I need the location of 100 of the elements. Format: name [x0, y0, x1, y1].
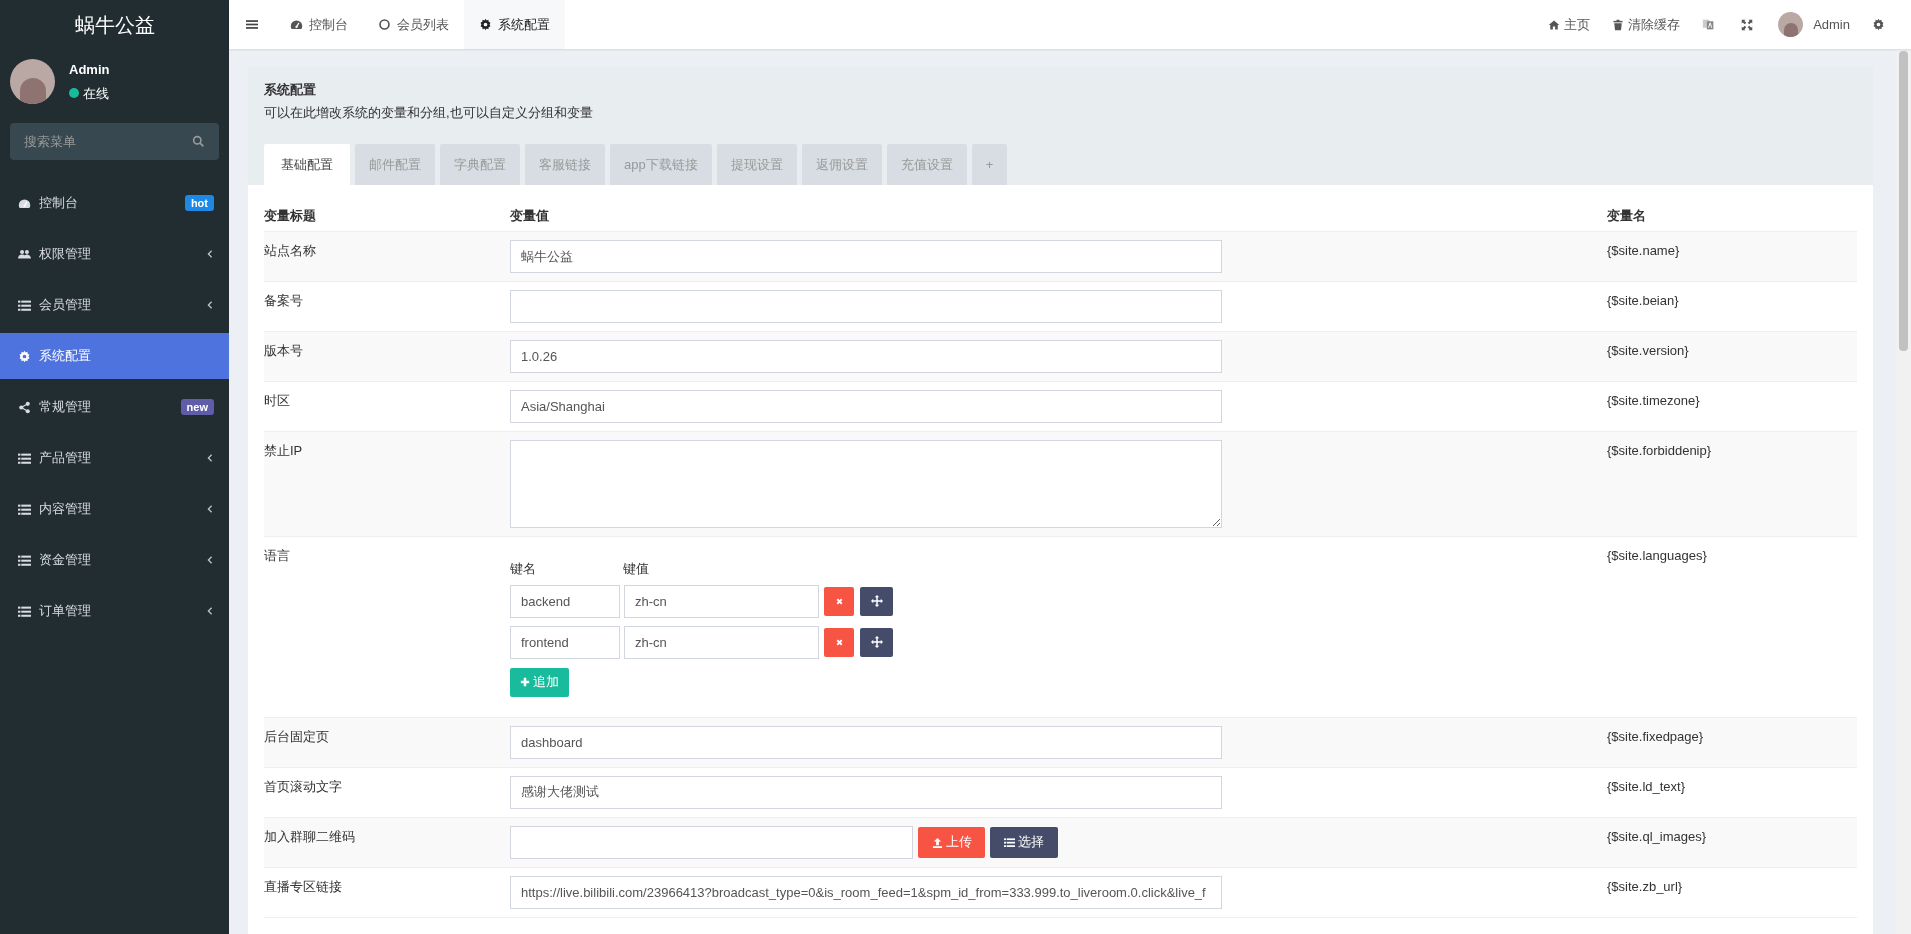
page-tab[interactable]: 控制台: [275, 0, 363, 49]
sidebar-item[interactable]: 会员管理: [0, 282, 229, 328]
settings-icon: [479, 18, 492, 31]
menu-badge: new: [180, 399, 214, 415]
variable-title: 后台固定页: [264, 727, 330, 746]
value-label: 键值: [623, 560, 649, 578]
variable-name: {$site.ql_images}: [1607, 827, 1707, 846]
status-text: 在线: [83, 84, 109, 103]
column-header: 变量名: [1607, 207, 1647, 226]
column-header: 变量值: [510, 207, 550, 226]
variable-title: 语言: [264, 547, 291, 565]
user-name: Admin: [69, 61, 110, 79]
input-field[interactable]: backend: [510, 584, 620, 618]
search-field[interactable]: 搜索菜单: [10, 123, 219, 160]
variable-name: {$site.fixedpage}: [1607, 727, 1705, 746]
page-tab[interactable]: 系统配置: [464, 0, 565, 49]
dashboard-icon: [18, 196, 31, 210]
scrollbar[interactable]: [1896, 49, 1911, 934]
move-icon: [870, 595, 883, 607]
chevron-left-icon: [206, 453, 214, 463]
choose-button[interactable]: 选择: [990, 826, 1058, 858]
sidebar-item[interactable]: 订单管理: [0, 588, 229, 634]
variable-name: {$site.languages}: [1607, 547, 1708, 565]
share-icon: [18, 400, 31, 414]
list-icon: [18, 604, 31, 618]
input-field[interactable]: zh-cn: [624, 625, 819, 659]
panel-title: 系统配置: [264, 81, 317, 99]
header-link[interactable]: 主页: [1537, 14, 1602, 35]
variable-name: {$site.version}: [1607, 342, 1690, 360]
variable-title: 首页滚动文字: [264, 777, 343, 796]
list-icon: [18, 553, 31, 567]
header-link[interactable]: 清除缓存: [1601, 14, 1692, 35]
home-icon: [1548, 18, 1561, 31]
input-field[interactable]: [510, 290, 1222, 323]
input-field[interactable]: 1.0.26: [510, 340, 1222, 373]
variable-title: 禁止IP: [264, 442, 304, 460]
sidebar-item[interactable]: 系统配置: [0, 333, 229, 379]
list-icon: [18, 502, 31, 516]
chevron-left-icon: [206, 504, 214, 514]
list-icon: [1004, 836, 1015, 848]
menu-badge: hot: [184, 195, 214, 211]
key-label: 键名: [510, 560, 537, 578]
delete-button[interactable]: [824, 586, 854, 616]
dashboard-icon: [290, 18, 303, 31]
input-field[interactable]: zh-cn: [624, 584, 819, 618]
sidebar-item[interactable]: 控制台 hot: [0, 180, 229, 226]
user-menu[interactable]: Admin: [1768, 12, 1860, 37]
variable-title: 直播专区链接: [264, 877, 343, 896]
input-field[interactable]: 感谢大佬测试: [510, 775, 1222, 809]
settings-icon: [18, 349, 31, 363]
circle-icon: [378, 18, 391, 31]
input-field[interactable]: 蜗牛公益: [510, 240, 1222, 273]
settings-icon: [1872, 18, 1885, 31]
upload-icon: [931, 836, 943, 848]
menu-icon: [246, 18, 258, 31]
close-icon: [834, 596, 844, 606]
delete-button[interactable]: [824, 627, 854, 657]
chevron-left-icon: [206, 606, 214, 616]
config-tab[interactable]: 基础配置: [264, 144, 350, 185]
input-field[interactable]: frontend: [510, 625, 620, 659]
users-icon: [18, 247, 31, 261]
move-icon: [870, 636, 883, 648]
variable-title: 站点名称: [264, 242, 317, 260]
input-field[interactable]: Asia/Shanghai: [510, 390, 1222, 423]
chevron-left-icon: [206, 555, 214, 565]
variable-name: {$site.zb_url}: [1607, 877, 1684, 896]
sidebar-item[interactable]: 权限管理: [0, 231, 229, 277]
drag-button[interactable]: [860, 586, 893, 616]
drag-button[interactable]: [860, 627, 893, 657]
chevron-left-icon: [206, 300, 214, 310]
close-icon: [834, 637, 844, 647]
input-field[interactable]: [510, 825, 913, 859]
user-avatar: [10, 59, 55, 104]
variable-name: {$site.name}: [1607, 242, 1681, 260]
variable-title: 时区: [264, 392, 291, 410]
column-header: 变量标题: [264, 207, 317, 226]
brand-title[interactable]: 蜗牛公益: [0, 0, 229, 49]
sidebar-item[interactable]: 内容管理: [0, 486, 229, 532]
plus-icon: [520, 677, 530, 687]
sidebar-item[interactable]: 产品管理: [0, 435, 229, 481]
panel-description: 可以在此增改系统的变量和分组,也可以自定义分组和变量: [264, 103, 594, 122]
translate-icon: [1702, 18, 1716, 31]
fullscreen-icon: [1741, 18, 1754, 31]
chevron-left-icon: [206, 249, 214, 259]
variable-title: 备案号: [264, 292, 304, 310]
input-field[interactable]: dashboard: [510, 725, 1222, 759]
user-avatar: [1778, 12, 1804, 37]
trash-icon: [1612, 18, 1625, 31]
variable-title: 版本号: [264, 342, 304, 360]
variable-name: {$site.ld_text}: [1607, 777, 1687, 796]
variable-name: {$site.forbiddenip}: [1607, 442, 1713, 460]
sidebar-item[interactable]: 常规管理 new: [0, 384, 229, 430]
variable-title: 加入群聊二维码: [264, 827, 356, 846]
list-icon: [18, 451, 31, 465]
variable-name: {$site.timezone}: [1607, 392, 1701, 410]
list-icon: [18, 298, 31, 312]
sidebar-item[interactable]: 资金管理: [0, 537, 229, 583]
page-tab[interactable]: 会员列表: [363, 0, 464, 49]
search-icon: [192, 135, 205, 148]
input-field[interactable]: https://live.bilibili.com/23966413?broadcast_type=0&is_room_feed=1&spm_id_from=333.999.to_liveroom.0.click&live_f: [510, 875, 1222, 909]
